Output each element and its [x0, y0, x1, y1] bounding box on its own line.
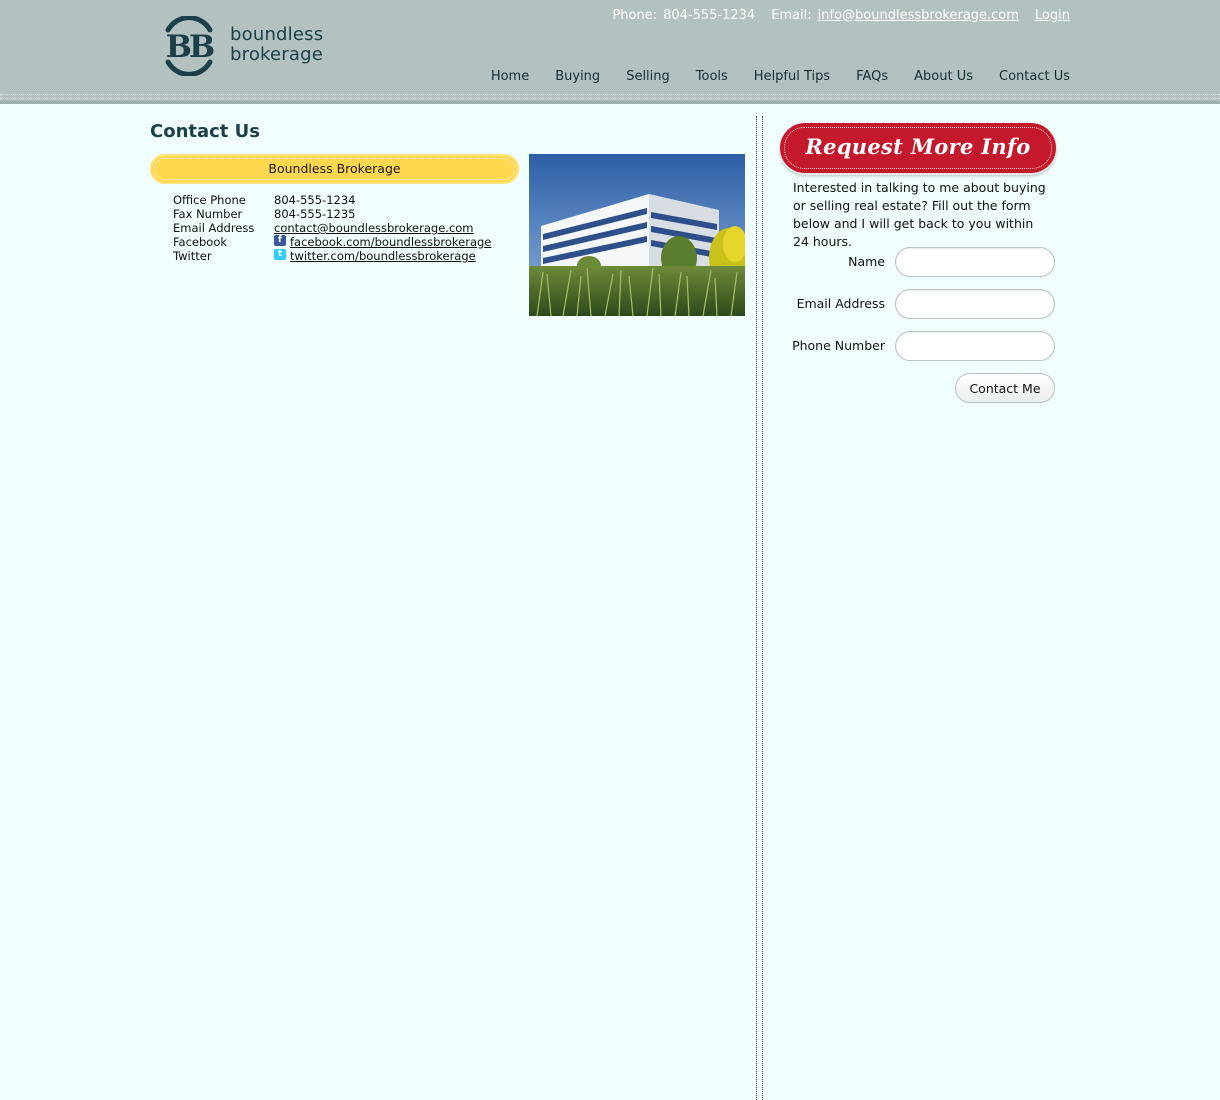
- office-building-photo: [529, 154, 745, 316]
- header-stitch-line: [0, 94, 1220, 95]
- header-contact-bar: Phone: 804-555-1234 Email: info@boundles…: [612, 6, 1070, 24]
- email-address-input[interactable]: [895, 289, 1055, 319]
- contact-details: Office Phone 804-555-1234 Fax Number 804…: [173, 193, 491, 263]
- nav-selling[interactable]: Selling: [626, 69, 670, 84]
- logo-line-1: boundless: [230, 24, 324, 45]
- nav-helpful-tips[interactable]: Helpful Tips: [754, 69, 830, 84]
- nav-faqs[interactable]: FAQs: [856, 69, 888, 84]
- contact-value: 804-555-1235: [274, 207, 356, 221]
- twitter-link[interactable]: twitter.com/boundlessbrokerage: [290, 249, 476, 263]
- logo-wordmark: boundless brokerage: [230, 25, 323, 65]
- contact-row-office-phone: Office Phone 804-555-1234: [173, 193, 491, 207]
- site-header: BB boundless brokerage Phone: 804-555-12…: [0, 0, 1220, 104]
- header-bottom-border: [0, 101, 1220, 104]
- page-title: Contact Us: [150, 121, 261, 142]
- phone-label: Phone:: [612, 7, 658, 23]
- logo-monogram-icon: BB: [165, 16, 217, 76]
- name-label: Name: [848, 254, 885, 269]
- phone-value: 804-555-1234: [663, 7, 756, 23]
- phone-number-label: Phone Number: [792, 338, 885, 353]
- nav-contact-us[interactable]: Contact Us: [999, 69, 1070, 84]
- contact-label: Email Address: [173, 221, 255, 235]
- request-info-intro: Interested in talking to me about buying…: [793, 180, 1046, 249]
- contact-label: Facebook: [173, 235, 228, 249]
- name-input[interactable]: [895, 247, 1055, 277]
- phone-number-input[interactable]: [895, 331, 1055, 361]
- contact-row-fax: Fax Number 804-555-1235: [173, 207, 491, 221]
- main-nav: Home Buying Selling Tools Helpful Tips F…: [491, 69, 1070, 84]
- company-name-bar: Boundless Brokerage: [150, 154, 519, 184]
- header-email-link[interactable]: info@boundlessbrokerage.com: [818, 8, 1019, 23]
- contact-value: 804-555-1234: [274, 193, 356, 207]
- contact-row-facebook: Facebook f facebook.com/boundlessbrokera…: [173, 235, 491, 249]
- contact-label: Office Phone: [173, 193, 246, 207]
- contact-row-email: Email Address contact@boundlessbrokerage…: [173, 221, 491, 235]
- twitter-icon: t: [274, 249, 286, 260]
- nav-buying[interactable]: Buying: [555, 69, 600, 84]
- nav-about-us[interactable]: About Us: [914, 69, 973, 84]
- svg-text:BB: BB: [166, 29, 214, 65]
- nav-tools[interactable]: Tools: [696, 69, 728, 84]
- email-address-label: Email Address: [796, 296, 885, 311]
- facebook-icon: f: [274, 235, 286, 246]
- site-logo[interactable]: BB boundless brokerage: [158, 16, 328, 78]
- company-name: Boundless Brokerage: [268, 161, 401, 176]
- logo-line-2: brokerage: [230, 44, 324, 65]
- email-label: Email:: [771, 7, 812, 23]
- contact-label: Fax Number: [173, 207, 243, 221]
- request-info-banner: Request More Info: [780, 123, 1056, 173]
- contact-email-link[interactable]: contact@boundlessbrokerage.com: [274, 221, 474, 235]
- request-info-title: Request More Info: [805, 134, 1031, 159]
- header-stitch-line: [0, 98, 1220, 99]
- facebook-link[interactable]: facebook.com/boundlessbrokerage: [290, 235, 491, 249]
- contact-me-button[interactable]: Contact Me: [955, 373, 1055, 403]
- login-link[interactable]: Login: [1035, 8, 1070, 23]
- contact-label: Twitter: [173, 249, 212, 263]
- contact-row-twitter: Twitter t twitter.com/boundlessbrokerage: [173, 249, 491, 263]
- nav-home[interactable]: Home: [491, 69, 529, 84]
